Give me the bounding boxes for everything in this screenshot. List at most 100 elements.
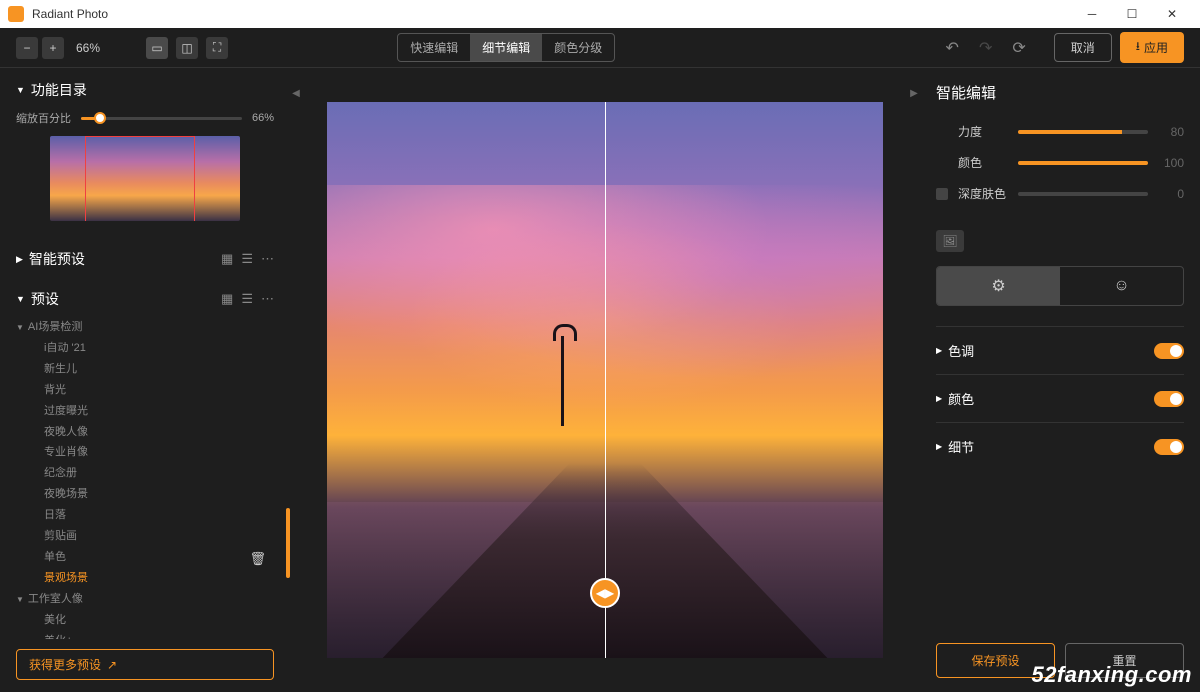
tree-item[interactable]: 景观场景	[16, 568, 274, 589]
sliders-icon: ⚙	[991, 276, 1005, 296]
collapse-left-button[interactable]: ◀	[290, 68, 302, 118]
compare-split-handle[interactable]: ◀▶	[590, 578, 620, 608]
zoom-out-button[interactable]: −	[16, 37, 38, 59]
accordion-label: 细节	[948, 437, 974, 456]
tab-quick-edit[interactable]: 快速编辑	[398, 34, 470, 61]
tree-item[interactable]: 过度曝光	[16, 401, 274, 422]
checkbox[interactable]	[936, 188, 948, 200]
collapse-right-button[interactable]: ▶	[908, 68, 920, 118]
edit-mode-tabs: 快速编辑 细节编辑 颜色分级	[397, 33, 615, 62]
tree-item[interactable]: 背光	[16, 380, 274, 401]
tab-detail-edit[interactable]: 细节编辑	[470, 34, 542, 61]
adjustment-slider[interactable]	[1018, 161, 1148, 165]
adjustment-row: 力度80	[936, 123, 1184, 140]
main-area: ▼ 功能目录 缩放百分比 66% ▶智能预设 ▦ ☰ ⋯ ▼预设	[0, 68, 1200, 692]
delete-preset-icon[interactable]: 🗑	[249, 547, 266, 572]
mode-row: 🖼	[936, 230, 1184, 252]
tree-item[interactable]: 美化+	[16, 631, 274, 640]
tree-item[interactable]: 夜晚人像	[16, 422, 274, 443]
get-more-presets-button[interactable]: 获得更多预设 ↗	[16, 649, 274, 680]
grid-view-icon[interactable]: ▦	[221, 291, 233, 307]
close-button[interactable]: ✕	[1152, 0, 1192, 28]
canvas-area: ◀▶	[302, 68, 908, 692]
chevron-down-icon: ▼	[16, 85, 25, 95]
tree-item[interactable]: 纪念册	[16, 463, 274, 484]
chevron-down-icon: ▼	[16, 294, 25, 304]
tree-item[interactable]: 夜晚场景	[16, 484, 274, 505]
tree-item[interactable]: 新生儿	[16, 359, 274, 380]
get-more-label: 获得更多预设	[29, 656, 101, 673]
accordion-row[interactable]: ▶ 色调	[936, 326, 1184, 374]
adjustment-value: 0	[1158, 187, 1184, 201]
adjustment-row: 颜色 100	[936, 154, 1184, 171]
catalog-title: 功能目录	[31, 80, 87, 100]
chevron-right-icon: ▶	[936, 346, 942, 355]
view-mode-group: ▭ ◫ ⛶	[146, 37, 228, 59]
maximize-button[interactable]: ☐	[1112, 0, 1152, 28]
tree-group-ai-scene[interactable]: ▼AI场景检测	[16, 317, 274, 338]
accordion-label: 颜色	[948, 389, 974, 408]
smart-presets-header[interactable]: ▶智能预设 ▦ ☰ ⋯	[16, 249, 274, 269]
app-title: Radiant Photo	[32, 7, 1072, 21]
chevron-right-icon: ▶	[936, 442, 942, 451]
history-group: ↶ ↷ ⟳	[946, 38, 1026, 58]
smart-edit-title: 智能编辑	[936, 82, 1184, 103]
cancel-button[interactable]: 取消	[1054, 33, 1112, 62]
navigator-thumbnail[interactable]	[50, 136, 240, 221]
toggle-switch[interactable]	[1154, 439, 1184, 455]
grid-view-icon[interactable]: ▦	[221, 251, 233, 267]
image-mode-icon[interactable]: 🖼	[936, 230, 964, 252]
zoom-in-button[interactable]: +	[42, 37, 64, 59]
adjustment-value: 80	[1158, 125, 1184, 139]
adjustment-slider[interactable]	[1018, 130, 1148, 134]
accordion-row[interactable]: ▶ 颜色	[936, 374, 1184, 422]
tool-tab-adjustments[interactable]: ⚙	[937, 267, 1060, 305]
adjustment-slider[interactable]	[1018, 192, 1148, 196]
adjustment-value: 100	[1158, 156, 1184, 170]
accordion-row[interactable]: ▶ 细节	[936, 422, 1184, 470]
reset-view-button[interactable]: ⟳	[1012, 38, 1025, 58]
apply-button[interactable]: ⭳ 应用	[1120, 32, 1184, 63]
external-link-icon: ↗	[107, 658, 117, 672]
zoom-value: 66%	[76, 41, 100, 55]
zoom-group: − + 66%	[16, 37, 108, 59]
more-icon[interactable]: ⋯	[261, 251, 274, 267]
minimize-button[interactable]: ─	[1072, 0, 1112, 28]
presets-header[interactable]: ▼ 预设 ▦ ☰ ⋯	[16, 289, 274, 309]
tree-item[interactable]: 专业肖像	[16, 442, 274, 463]
redo-button[interactable]: ↷	[979, 38, 992, 58]
view-crop-button[interactable]: ⛶	[206, 37, 228, 59]
portrait-icon: ☺	[1113, 277, 1129, 295]
toggle-switch[interactable]	[1154, 343, 1184, 359]
watermark: 52fanxing.com	[1031, 662, 1192, 688]
zoom-slider[interactable]	[81, 117, 242, 120]
apply-label: 应用	[1144, 39, 1168, 56]
tree-item[interactable]: i自动 '21	[16, 338, 274, 359]
tree-group-studio[interactable]: ▼工作室人像	[16, 589, 274, 610]
download-icon: ⭳	[1136, 37, 1140, 58]
tree-item[interactable]: 剪贴画	[16, 526, 274, 547]
left-panel: ▼ 功能目录 缩放百分比 66% ▶智能预设 ▦ ☰ ⋯ ▼预设	[0, 68, 290, 692]
accordion-label: 色调	[948, 341, 974, 360]
chevron-right-icon: ▶	[936, 394, 942, 403]
view-single-button[interactable]: ▭	[146, 37, 168, 59]
list-view-icon[interactable]: ☰	[241, 251, 253, 267]
tree-item[interactable]: 单色	[16, 547, 274, 568]
catalog-header[interactable]: ▼ 功能目录	[16, 80, 274, 100]
scrollbar[interactable]	[286, 508, 290, 578]
view-split-button[interactable]: ◫	[176, 37, 198, 59]
toggle-switch[interactable]	[1154, 391, 1184, 407]
list-view-icon[interactable]: ☰	[241, 291, 253, 307]
preset-tree: ▼AI场景检测 i自动 '21新生儿背光过度曝光夜晚人像专业肖像纪念册夜晚场景日…	[16, 317, 274, 639]
presets-title: 预设	[31, 289, 59, 309]
tree-item[interactable]: 美化	[16, 610, 274, 631]
undo-button[interactable]: ↶	[946, 38, 959, 58]
compare-split-line[interactable]	[605, 102, 606, 658]
tool-tab-portrait[interactable]: ☺	[1060, 267, 1183, 305]
tab-color-grading[interactable]: 颜色分级	[542, 34, 614, 61]
more-icon[interactable]: ⋯	[261, 291, 274, 307]
crop-rect-icon[interactable]	[85, 136, 195, 221]
tree-item[interactable]: 日落	[16, 505, 274, 526]
adjustment-label: 颜色	[958, 154, 1008, 171]
image-canvas[interactable]: ◀▶	[327, 102, 883, 658]
